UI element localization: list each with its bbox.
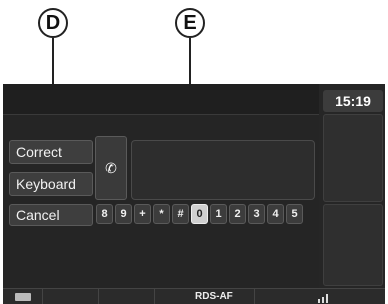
status-segment (99, 289, 155, 304)
number-display-field (131, 140, 315, 200)
key-9[interactable]: 9 (115, 204, 132, 224)
key-8[interactable]: 8 (96, 204, 113, 224)
signal-strength-icon (318, 294, 328, 303)
key-star[interactable]: * (153, 204, 170, 224)
keypad-row: 8 9 + * # 0 1 2 3 4 5 (96, 204, 303, 224)
key-plus[interactable]: + (134, 204, 151, 224)
right-panel-upper[interactable] (323, 114, 383, 202)
right-panel-lower[interactable] (323, 204, 383, 286)
status-segment (43, 289, 99, 304)
callout-d: D (38, 8, 68, 38)
keyboard-button[interactable]: Keyboard (9, 172, 93, 196)
status-bar: RDS-AF (3, 288, 385, 304)
clock: 15:19 (323, 90, 383, 112)
key-1[interactable]: 1 (210, 204, 227, 224)
correct-button[interactable]: Correct (9, 140, 93, 164)
key-5[interactable]: 5 (286, 204, 303, 224)
top-bar (3, 84, 319, 115)
head-unit-screen: 15:19 Correct Keyboard Cancel ✆ 8 9 + * … (3, 84, 385, 304)
key-hash[interactable]: # (172, 204, 189, 224)
media-source-icon (15, 293, 31, 301)
callout-e: E (175, 8, 205, 38)
key-2[interactable]: 2 (229, 204, 246, 224)
cancel-button[interactable]: Cancel (9, 204, 93, 226)
phone-icon: ✆ (105, 159, 117, 176)
key-0-selected[interactable]: 0 (191, 204, 208, 224)
key-4[interactable]: 4 (267, 204, 284, 224)
rds-af-label: RDS-AF (195, 291, 233, 302)
phone-button[interactable]: ✆ (95, 136, 127, 200)
key-3[interactable]: 3 (248, 204, 265, 224)
